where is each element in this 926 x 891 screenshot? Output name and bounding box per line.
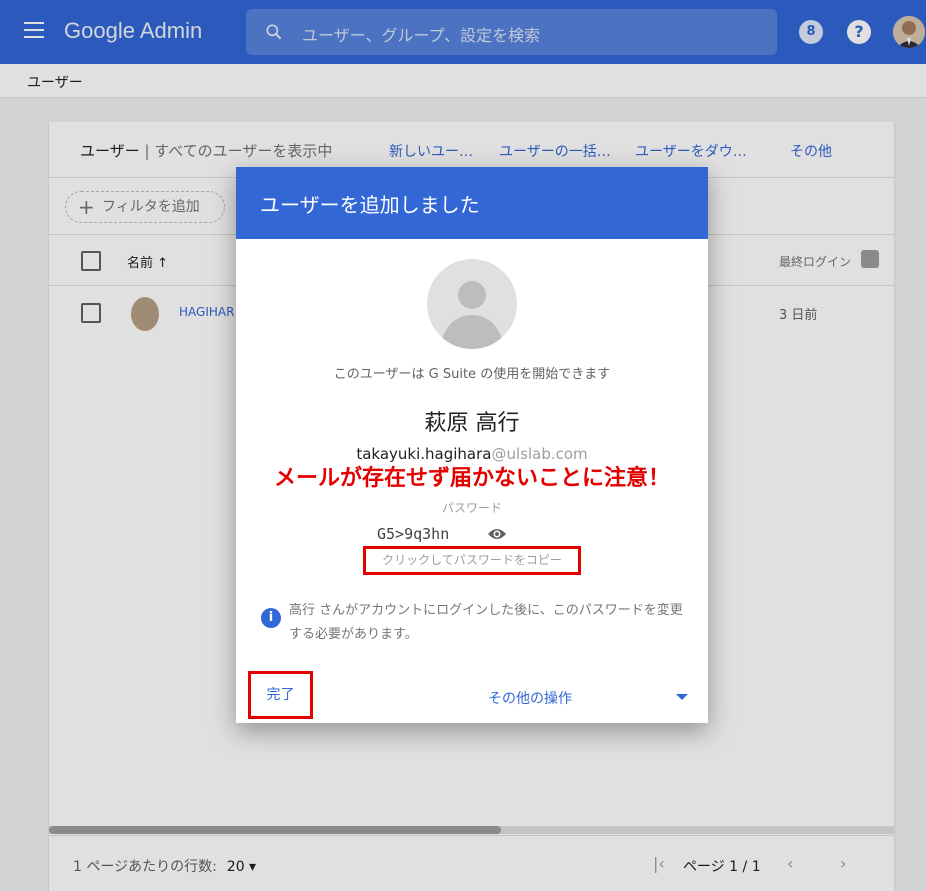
copy-password-button[interactable]: クリックしてパスワードをコピー bbox=[363, 546, 581, 575]
dialog-header: ユーザーを追加しました bbox=[236, 167, 708, 239]
dialog-user-name: 萩原 高行 bbox=[424, 411, 520, 436]
copy-password-label: クリックしてパスワードをコピー bbox=[382, 553, 562, 567]
caret-down-icon[interactable] bbox=[676, 694, 688, 700]
info-icon: i bbox=[261, 608, 281, 628]
eye-icon[interactable] bbox=[487, 527, 507, 541]
info-message: 高行 さんがアカウントにログインした後に、このパスワードを変更する必要があります… bbox=[289, 603, 683, 642]
user-avatar-placeholder bbox=[427, 259, 517, 349]
more-actions-button[interactable]: その他の操作 bbox=[488, 688, 572, 708]
dialog-title: ユーザーを追加しました bbox=[260, 193, 480, 217]
dialog-status: このユーザーは G Suite の使用を開始できます bbox=[333, 367, 611, 382]
user-added-dialog: ユーザーを追加しました このユーザーは G Suite の使用を開始できます 萩… bbox=[236, 167, 708, 723]
password-value: G5>9q3hn bbox=[377, 525, 450, 543]
annotation-warning: メールが存在せず届かないことに注意！ bbox=[273, 466, 670, 491]
password-label: パスワード bbox=[441, 501, 502, 515]
done-label: 完了 bbox=[266, 687, 295, 703]
avatar-body-icon bbox=[442, 315, 502, 349]
avatar-head-icon bbox=[458, 281, 486, 309]
done-button[interactable]: 完了 bbox=[248, 671, 313, 719]
